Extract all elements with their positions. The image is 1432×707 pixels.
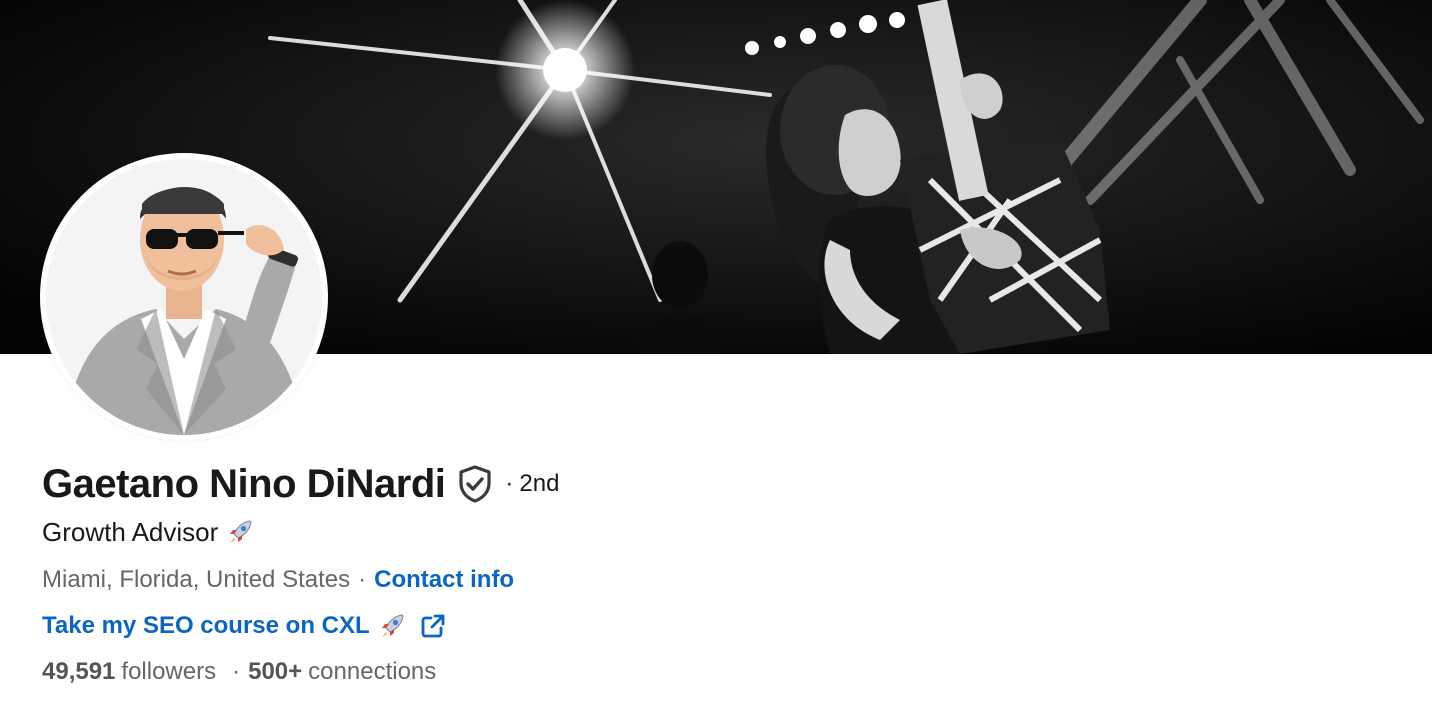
external-link-icon [420,613,446,639]
external-link-row: Take my SEO course on CXL [42,610,942,642]
profile-name: Gaetano Nino DiNardi [42,461,446,506]
seo-course-link[interactable]: Take my SEO course on CXL [42,612,446,640]
cartoon-avatar-image [46,159,322,435]
seo-course-link-label: Take my SEO course on CXL [42,612,370,639]
location-text: Miami, Florida, United States [42,566,351,593]
connection-degree: 2nd [519,470,560,497]
followers-link[interactable]: 49,591 followers [42,658,216,686]
location-row: Miami, Florida, United States · Contact … [42,564,942,596]
connections-count: 500+ [248,658,303,685]
contact-info-link[interactable]: Contact info [374,566,514,594]
connections-label: connections [308,658,437,685]
followers-count: 49,591 [42,658,116,685]
followers-label: followers [121,658,217,685]
headline-text: Growth Advisor [42,516,219,547]
network-stats: 49,591 followers · 500+ connections [42,656,942,688]
profile-info: Gaetano Nino DiNardi · 2nd Growth Adviso… [42,456,942,688]
rocket-icon [378,612,406,640]
rocket-icon [226,518,254,546]
degree-separator: · [505,470,514,497]
stats-separator: · [232,658,241,685]
shield-check-icon[interactable] [457,464,493,504]
location-separator: · [358,566,367,593]
connections-link[interactable]: 500+ connections [248,658,436,686]
name-row: Gaetano Nino DiNardi · 2nd [42,456,942,512]
profile-headline: Growth Advisor [42,514,942,550]
profile-photo[interactable] [40,153,328,441]
